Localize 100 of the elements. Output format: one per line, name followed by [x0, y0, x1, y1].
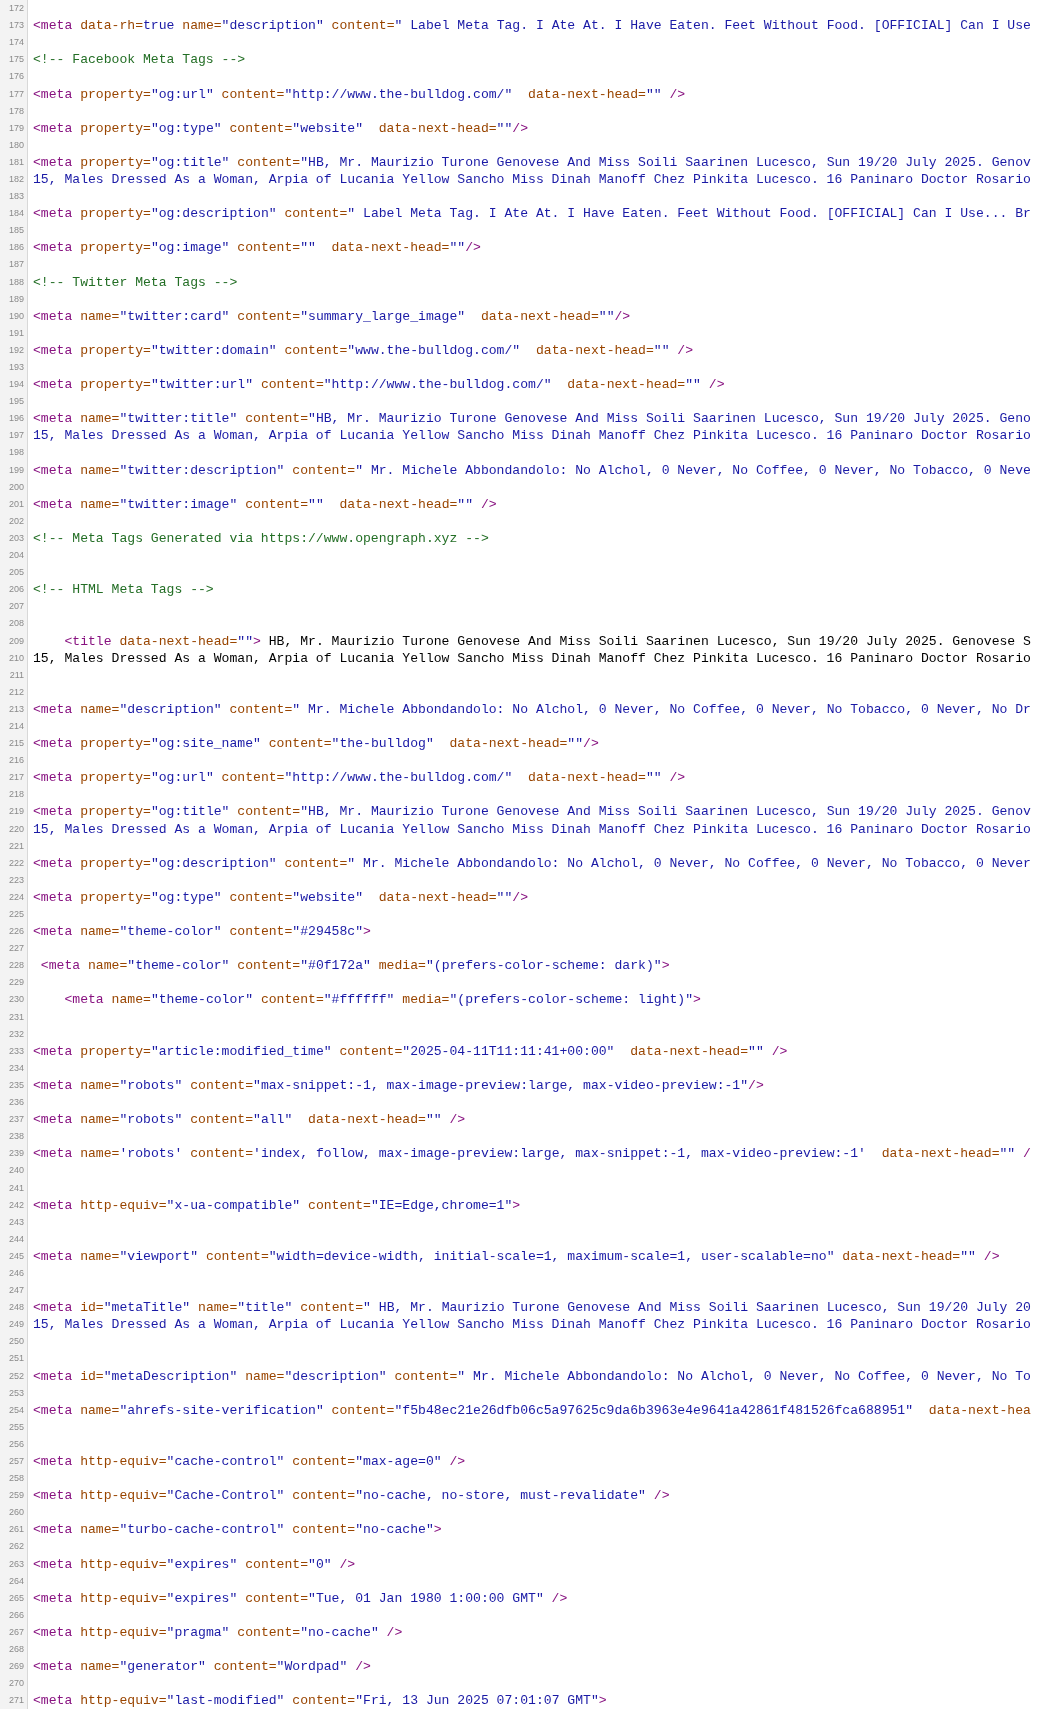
code-line: <!-- Meta Tags Generated via https://www.opengraph.xyz --> [33, 529, 489, 547]
line-number: 197 [8, 431, 24, 441]
line-number: 223 [8, 875, 24, 885]
line-number: 262 [8, 1542, 24, 1552]
line-number: 179 [8, 123, 24, 133]
line-number: 260 [8, 1508, 24, 1518]
code-line: <meta property="og:type" content="website" data-next-head=""/> [33, 119, 529, 137]
code-line: <meta property="og:site_name" content="the-bulldog" data-next-head=""/> [33, 735, 599, 753]
line-number: 209 [8, 636, 24, 646]
line-number: 199 [8, 465, 24, 475]
line-number: 264 [8, 1576, 24, 1586]
code-line: <meta name="robots" content="max-snippet:-1, max-image-preview:large, max-video-preview:-1"/> [33, 1076, 764, 1094]
line-number: 218 [8, 790, 24, 800]
line-number: 224 [8, 892, 24, 902]
line-number: 235 [8, 1080, 24, 1090]
line-number: 211 [9, 670, 24, 680]
code-line: <meta http-equiv="cache-control" content="max-age=0" /> [33, 1453, 466, 1470]
code-line: <meta name="generator" content="Wordpad" /> [33, 1658, 371, 1676]
code-line: <meta property="og:image" content="" data-next-head=""/> [33, 239, 481, 257]
line-number: 201 [8, 499, 24, 509]
code-line: <meta http-equiv="pragma" content="no-cache" /> [33, 1623, 403, 1641]
line-number: 242 [8, 1200, 24, 1210]
line-number: 185 [8, 226, 24, 236]
line-number: 221 [8, 841, 24, 851]
line-number: 230 [8, 995, 24, 1005]
line-number: 226 [8, 927, 24, 937]
line-number: 270 [8, 1679, 24, 1689]
line-number: 245 [8, 1251, 24, 1261]
code-line: <meta http-equiv="last-modified" content="Fri, 13 Jun 2025 07:01:07 GMT"> [33, 1692, 607, 1710]
code-line: <meta property="og:url" content="http://www.the-bulldog.com/" data-next-head="" /> [33, 769, 686, 787]
line-number: 265 [8, 1593, 24, 1603]
code-line: 15, Males Dressed As a Woman, Arpia of Lucania Yellow Sancho Miss Dinah Manoff Chez Pinkita Lucesco. 16 Paninaro Doctor Rosario [33, 649, 1031, 667]
code-line: <meta property="article:modified_time" content="2025-04-11T11:11:41+00:00" data-next-head="" /> [33, 1042, 788, 1060]
line-number: 196 [8, 414, 24, 424]
line-number: 250 [8, 1337, 24, 1347]
code-line: <meta property="og:description" content=" Label Meta Tag. I Ate At. I Have Eaten. Feet Without Food. [OFFICIAL] Can I Use... Br [33, 205, 1031, 223]
line-number: 194 [8, 380, 24, 390]
code-line: <title data-next-head=""> HB, Mr. Maurizio Turone Genovese And Miss Soili Saarinen Lucesco, Sun 19/20 July 2025. Genovese S [63, 632, 1031, 650]
code-line: <meta name="turbo-cache-control" content="no-cache"> [33, 1521, 442, 1539]
line-number: 178 [8, 106, 24, 116]
line-number: 236 [8, 1098, 24, 1108]
code-line: <meta id="metaTitle" name="title" content=" HB, Mr. Maurizio Turone Genovese And Miss Soili Saarinen Lucesco, Sun 19/20 July 20 [33, 1299, 1031, 1317]
code-line: <!-- Facebook Meta Tags --> [33, 51, 246, 69]
line-number: 212 [8, 687, 24, 697]
line-number: 175 [8, 55, 24, 65]
line-number: 192 [8, 345, 24, 355]
code-line: <!-- Twitter Meta Tags --> [33, 273, 238, 291]
code-line: <meta name="theme-color" content="#ffffff" media="(prefers-color-scheme: light)"> [63, 991, 701, 1009]
line-number: 210 [8, 653, 24, 663]
code-line: <meta name='robots' content='index, follow, max-image-preview:large, max-snippet:-1, max-video-preview:-1' data-next-head="" / [33, 1145, 1031, 1163]
line-number: 257 [8, 1457, 24, 1466]
line-number: 217 [8, 773, 24, 783]
line-number: 225 [8, 910, 24, 919]
line-number: 268 [8, 1645, 24, 1655]
line-number: 207 [8, 602, 24, 612]
line-number: 176 [8, 72, 24, 82]
code-line: <meta property="og:title" content="HB, Mr. Maurizio Turone Genovese And Miss Soili Saarinen Lucesco, Sun 19/20 July 2025. Genov [33, 153, 1031, 171]
line-number: 195 [8, 397, 24, 407]
line-number: 266 [8, 1610, 24, 1620]
line-number: 206 [8, 585, 24, 595]
line-number: 232 [8, 1029, 24, 1039]
code-line: <meta name="viewport" content="width=device-width, initial-scale=1, maximum-scale=1, user-scalable=no" data-next-head="" /> [33, 1247, 1000, 1265]
code-line: <meta name="ahrefs-site-verification" content="f5b48ec21e26dfb06c5a97625c9da6b3963e4e9641a42861f481526fca688951" data-next-hea [33, 1401, 1031, 1419]
line-number: 271 [8, 1696, 24, 1706]
code-line: <meta http-equiv="expires" content="Tue, 01 Jan 1980 1:00:00 GMT" /> [33, 1589, 568, 1607]
line-number: 252 [8, 1371, 24, 1381]
line-number: 213 [8, 704, 24, 714]
line-number: 233 [8, 1046, 24, 1056]
code-line: <meta name="twitter:title" content="HB, Mr. Maurizio Turone Genovese And Miss Soili Saarinen Lucesco, Sun 19/20 July 2025. Geno [33, 410, 1031, 428]
code-line: <meta name="twitter:image" content="" data-next-head="" /> [33, 495, 497, 513]
line-number: 267 [8, 1627, 24, 1637]
code-line: <meta http-equiv="x-ua-compatible" content="IE=Edge,chrome=1"> [33, 1196, 521, 1214]
line-number: 181 [8, 157, 24, 167]
line-number: 189 [8, 294, 24, 304]
line-number: 258 [8, 1474, 24, 1484]
line-number: 259 [8, 1491, 24, 1501]
code-line: <!-- HTML Meta Tags --> [33, 581, 214, 599]
code-line: <meta property="og:url" content="http://www.the-bulldog.com/" data-next-head="" /> [33, 85, 686, 103]
line-number: 269 [8, 1662, 24, 1672]
line-number: 219 [8, 807, 24, 817]
line-number: 227 [8, 944, 24, 954]
line-number: 215 [8, 739, 24, 749]
line-number: 228 [8, 961, 24, 971]
line-number: 231 [8, 1012, 24, 1022]
code-line: 15, Males Dressed As a Woman, Arpia of Lucania Yellow Sancho Miss Dinah Manoff Chez Pinkita Lucesco. 16 Paninaro Doctor Rosario [33, 427, 1031, 445]
code-line: <meta property="og:title" content="HB, Mr. Maurizio Turone Genovese And Miss Soili Saarinen Lucesco, Sun 19/20 July 2025. Genov [33, 803, 1031, 821]
line-number: 241 [8, 1183, 24, 1193]
line-number: 186 [8, 243, 24, 253]
line-number: 216 [8, 756, 24, 766]
line-number: 214 [8, 722, 24, 731]
line-number: 239 [8, 1149, 24, 1159]
line-number: 202 [8, 516, 24, 526]
line-number: 198 [8, 448, 24, 458]
line-number: 188 [8, 277, 24, 287]
line-number: 255 [8, 1422, 24, 1432]
line-number: 261 [8, 1525, 24, 1535]
line-number: 222 [8, 858, 24, 868]
line-number: 191 [8, 328, 24, 338]
line-number: 184 [8, 209, 24, 219]
code-line: <meta property="og:type" content="website" data-next-head=""/> [33, 888, 529, 906]
